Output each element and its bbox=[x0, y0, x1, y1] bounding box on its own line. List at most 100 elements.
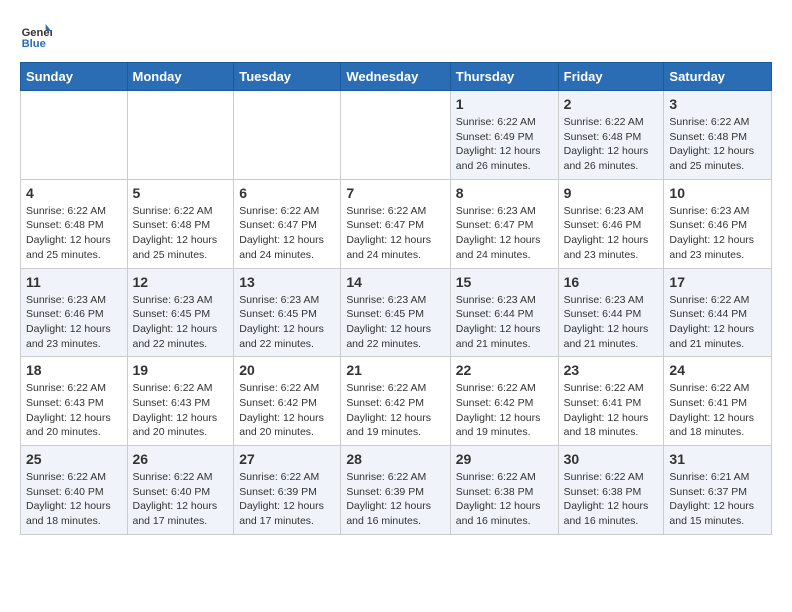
day-of-week-header: Wednesday bbox=[341, 63, 450, 91]
day-number: 17 bbox=[669, 274, 766, 290]
day-number: 31 bbox=[669, 451, 766, 467]
day-info-text: Sunrise: 6:21 AM Sunset: 6:37 PM Dayligh… bbox=[669, 470, 766, 529]
calendar-cell: 6Sunrise: 6:22 AM Sunset: 6:47 PM Daylig… bbox=[234, 179, 341, 268]
day-of-week-header: Sunday bbox=[21, 63, 128, 91]
day-number: 1 bbox=[456, 96, 553, 112]
logo: General Blue bbox=[20, 20, 60, 52]
day-info-text: Sunrise: 6:22 AM Sunset: 6:48 PM Dayligh… bbox=[669, 115, 766, 174]
calendar-week-row: 1 Sunrise: 6:22 AM Sunset: 6:49 PM Daylig… bbox=[21, 91, 772, 180]
day-number: 24 bbox=[669, 362, 766, 378]
day-info-text: Sunrise: 6:22 AM Sunset: 6:39 PM Dayligh… bbox=[239, 470, 335, 529]
day-info-text: Sunrise: 6:22 AM Sunset: 6:44 PM Dayligh… bbox=[669, 293, 766, 352]
calendar-cell bbox=[127, 91, 234, 180]
day-number: 25 bbox=[26, 451, 122, 467]
day-info-text: Sunrise: 6:22 AM Sunset: 6:40 PM Dayligh… bbox=[26, 470, 122, 529]
day-info-text: Sunrise: 6:22 AM Sunset: 6:48 PM Dayligh… bbox=[564, 115, 659, 174]
day-info-text: Sunrise: 6:22 AM Sunset: 6:47 PM Dayligh… bbox=[346, 204, 444, 263]
day-info-text: Sunrise: 6:23 AM Sunset: 6:46 PM Dayligh… bbox=[669, 204, 766, 263]
day-info-text: Sunrise: 6:22 AM Sunset: 6:43 PM Dayligh… bbox=[133, 381, 229, 440]
calendar-cell: 16 Sunrise: 6:23 AM Sunset: 6:44 PM Dayli… bbox=[558, 268, 664, 357]
day-info-text: Sunrise: 6:23 AM Sunset: 6:44 PM Dayligh… bbox=[456, 293, 553, 352]
day-of-week-header: Tuesday bbox=[234, 63, 341, 91]
calendar-cell: 25 Sunrise: 6:22 AM Sunset: 6:40 PM Dayli… bbox=[21, 446, 128, 535]
day-info-text: Sunrise: 6:22 AM Sunset: 6:43 PM Dayligh… bbox=[26, 381, 122, 440]
calendar-cell: 21 Sunrise: 6:22 AM Sunset: 6:42 PM Dayli… bbox=[341, 357, 450, 446]
day-of-week-header: Friday bbox=[558, 63, 664, 91]
calendar-cell: 17 Sunrise: 6:22 AM Sunset: 6:44 PM Dayli… bbox=[664, 268, 772, 357]
calendar-cell: 24 Sunrise: 6:22 AM Sunset: 6:41 PM Dayli… bbox=[664, 357, 772, 446]
calendar-week-row: 25 Sunrise: 6:22 AM Sunset: 6:40 PM Dayli… bbox=[21, 446, 772, 535]
day-number: 27 bbox=[239, 451, 335, 467]
calendar-cell: 30 Sunrise: 6:22 AM Sunset: 6:38 PM Dayli… bbox=[558, 446, 664, 535]
day-info-text: Sunrise: 6:22 AM Sunset: 6:48 PM Dayligh… bbox=[26, 204, 122, 263]
page-header: General Blue bbox=[20, 20, 772, 52]
day-of-week-header: Monday bbox=[127, 63, 234, 91]
calendar-cell: 19 Sunrise: 6:22 AM Sunset: 6:43 PM Dayli… bbox=[127, 357, 234, 446]
day-info-text: Sunrise: 6:22 AM Sunset: 6:41 PM Dayligh… bbox=[669, 381, 766, 440]
day-info-text: Sunrise: 6:23 AM Sunset: 6:47 PM Dayligh… bbox=[456, 204, 553, 263]
calendar-cell: 10 Sunrise: 6:23 AM Sunset: 6:46 PM Dayli… bbox=[664, 179, 772, 268]
day-info-text: Sunrise: 6:23 AM Sunset: 6:45 PM Dayligh… bbox=[239, 293, 335, 352]
calendar-cell: 9 Sunrise: 6:23 AM Sunset: 6:46 PM Daylig… bbox=[558, 179, 664, 268]
day-number: 22 bbox=[456, 362, 553, 378]
calendar-cell: 13 Sunrise: 6:23 AM Sunset: 6:45 PM Dayli… bbox=[234, 268, 341, 357]
calendar-cell: 2 Sunrise: 6:22 AM Sunset: 6:48 PM Daylig… bbox=[558, 91, 664, 180]
calendar-cell: 28 Sunrise: 6:22 AM Sunset: 6:39 PM Dayli… bbox=[341, 446, 450, 535]
calendar-cell: 5Sunrise: 6:22 AM Sunset: 6:48 PM Daylig… bbox=[127, 179, 234, 268]
day-number: 13 bbox=[239, 274, 335, 290]
day-number: 29 bbox=[456, 451, 553, 467]
day-number: 10 bbox=[669, 185, 766, 201]
day-info-text: Sunrise: 6:22 AM Sunset: 6:38 PM Dayligh… bbox=[456, 470, 553, 529]
calendar-cell: 27 Sunrise: 6:22 AM Sunset: 6:39 PM Dayli… bbox=[234, 446, 341, 535]
calendar-cell: 1 Sunrise: 6:22 AM Sunset: 6:49 PM Daylig… bbox=[450, 91, 558, 180]
day-number: 20 bbox=[239, 362, 335, 378]
day-number: 12 bbox=[133, 274, 229, 290]
day-number: 4 bbox=[26, 185, 122, 201]
day-info-text: Sunrise: 6:22 AM Sunset: 6:42 PM Dayligh… bbox=[239, 381, 335, 440]
calendar-week-row: 11 Sunrise: 6:23 AM Sunset: 6:46 PM Dayli… bbox=[21, 268, 772, 357]
calendar-cell bbox=[21, 91, 128, 180]
day-number: 8 bbox=[456, 185, 553, 201]
day-number: 16 bbox=[564, 274, 659, 290]
day-number: 7 bbox=[346, 185, 444, 201]
calendar-cell bbox=[234, 91, 341, 180]
calendar-header-row: SundayMondayTuesdayWednesdayThursdayFrid… bbox=[21, 63, 772, 91]
calendar-cell: 3 Sunrise: 6:22 AM Sunset: 6:48 PM Daylig… bbox=[664, 91, 772, 180]
calendar-cell: 15 Sunrise: 6:23 AM Sunset: 6:44 PM Dayli… bbox=[450, 268, 558, 357]
day-info-text: Sunrise: 6:23 AM Sunset: 6:46 PM Dayligh… bbox=[26, 293, 122, 352]
day-number: 30 bbox=[564, 451, 659, 467]
calendar-cell: 18 Sunrise: 6:22 AM Sunset: 6:43 PM Dayli… bbox=[21, 357, 128, 446]
calendar-cell bbox=[341, 91, 450, 180]
day-info-text: Sunrise: 6:22 AM Sunset: 6:49 PM Dayligh… bbox=[456, 115, 553, 174]
day-info-text: Sunrise: 6:22 AM Sunset: 6:40 PM Dayligh… bbox=[133, 470, 229, 529]
calendar-cell: 11 Sunrise: 6:23 AM Sunset: 6:46 PM Dayli… bbox=[21, 268, 128, 357]
day-number: 19 bbox=[133, 362, 229, 378]
day-info-text: Sunrise: 6:22 AM Sunset: 6:39 PM Dayligh… bbox=[346, 470, 444, 529]
calendar-cell: 20 Sunrise: 6:22 AM Sunset: 6:42 PM Dayli… bbox=[234, 357, 341, 446]
day-info-text: Sunrise: 6:22 AM Sunset: 6:42 PM Dayligh… bbox=[346, 381, 444, 440]
calendar-cell: 12 Sunrise: 6:23 AM Sunset: 6:45 PM Dayli… bbox=[127, 268, 234, 357]
day-info-text: Sunrise: 6:22 AM Sunset: 6:38 PM Dayligh… bbox=[564, 470, 659, 529]
calendar-week-row: 4 Sunrise: 6:22 AM Sunset: 6:48 PM Daylig… bbox=[21, 179, 772, 268]
calendar-table: SundayMondayTuesdayWednesdayThursdayFrid… bbox=[20, 62, 772, 535]
calendar-cell: 31 Sunrise: 6:21 AM Sunset: 6:37 PM Dayli… bbox=[664, 446, 772, 535]
day-info-text: Sunrise: 6:23 AM Sunset: 6:45 PM Dayligh… bbox=[346, 293, 444, 352]
day-number: 28 bbox=[346, 451, 444, 467]
svg-text:Blue: Blue bbox=[22, 38, 46, 50]
day-info-text: Sunrise: 6:22 AM Sunset: 6:42 PM Dayligh… bbox=[456, 381, 553, 440]
day-info-text: Sunrise: 6:23 AM Sunset: 6:44 PM Dayligh… bbox=[564, 293, 659, 352]
day-number: 9 bbox=[564, 185, 659, 201]
day-info-text: Sunrise: 6:22 AM Sunset: 6:47 PM Dayligh… bbox=[239, 204, 335, 263]
day-info-text: Sunrise: 6:23 AM Sunset: 6:45 PM Dayligh… bbox=[133, 293, 229, 352]
calendar-cell: 22 Sunrise: 6:22 AM Sunset: 6:42 PM Dayli… bbox=[450, 357, 558, 446]
calendar-cell: 29 Sunrise: 6:22 AM Sunset: 6:38 PM Dayli… bbox=[450, 446, 558, 535]
day-number: 2 bbox=[564, 96, 659, 112]
calendar-cell: 8 Sunrise: 6:23 AM Sunset: 6:47 PM Daylig… bbox=[450, 179, 558, 268]
day-info-text: Sunrise: 6:23 AM Sunset: 6:46 PM Dayligh… bbox=[564, 204, 659, 263]
day-number: 3 bbox=[669, 96, 766, 112]
day-number: 21 bbox=[346, 362, 444, 378]
day-of-week-header: Saturday bbox=[664, 63, 772, 91]
day-number: 15 bbox=[456, 274, 553, 290]
day-number: 11 bbox=[26, 274, 122, 290]
day-number: 18 bbox=[26, 362, 122, 378]
